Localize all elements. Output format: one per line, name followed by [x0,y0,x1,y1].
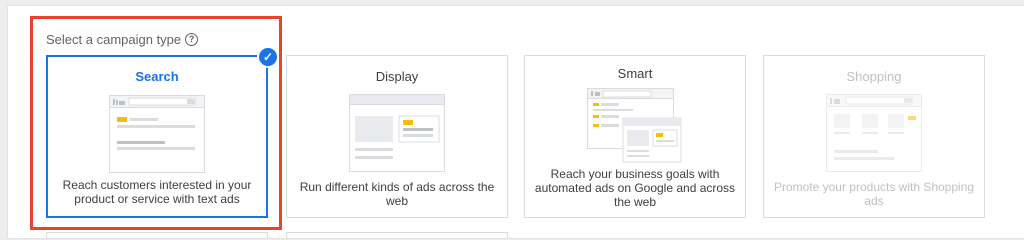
card-title: Search [135,69,179,84]
card-description: Reach customers interested in your produ… [62,178,252,206]
question-circle-icon[interactable]: ? [185,33,199,46]
card-description: Promote your products with Shopping ads [773,180,975,208]
campaign-type-heading: Select a campaign type ? [46,32,199,47]
card-title: Display [375,69,419,84]
campaign-type-shopping-card: Shopping Promote your products with Shop… [763,55,985,218]
search-ad-illustration [109,95,205,173]
smart-ad-illustration [587,88,682,163]
card-description: Run different kinds of ads across the we… [299,180,495,208]
card-description: Reach your business goals with automated… [534,167,736,209]
campaign-type-search-card[interactable]: Search Reach customers interested in you… [46,55,268,218]
card-title: Shopping [846,69,902,84]
heading-label: Select a campaign type [46,32,182,47]
campaign-type-smart-card[interactable]: Smart Reach your business goals with aut… [524,55,746,218]
campaign-type-display-card[interactable]: Display Run different kinds of ads acros… [286,55,508,218]
next-row-card-peek [286,232,508,238]
next-row-card-peek [46,232,268,238]
card-title: Smart [617,66,653,81]
check-circle-icon: ✓ [257,46,279,68]
display-ad-illustration [349,94,445,172]
shopping-ad-illustration [826,94,922,172]
